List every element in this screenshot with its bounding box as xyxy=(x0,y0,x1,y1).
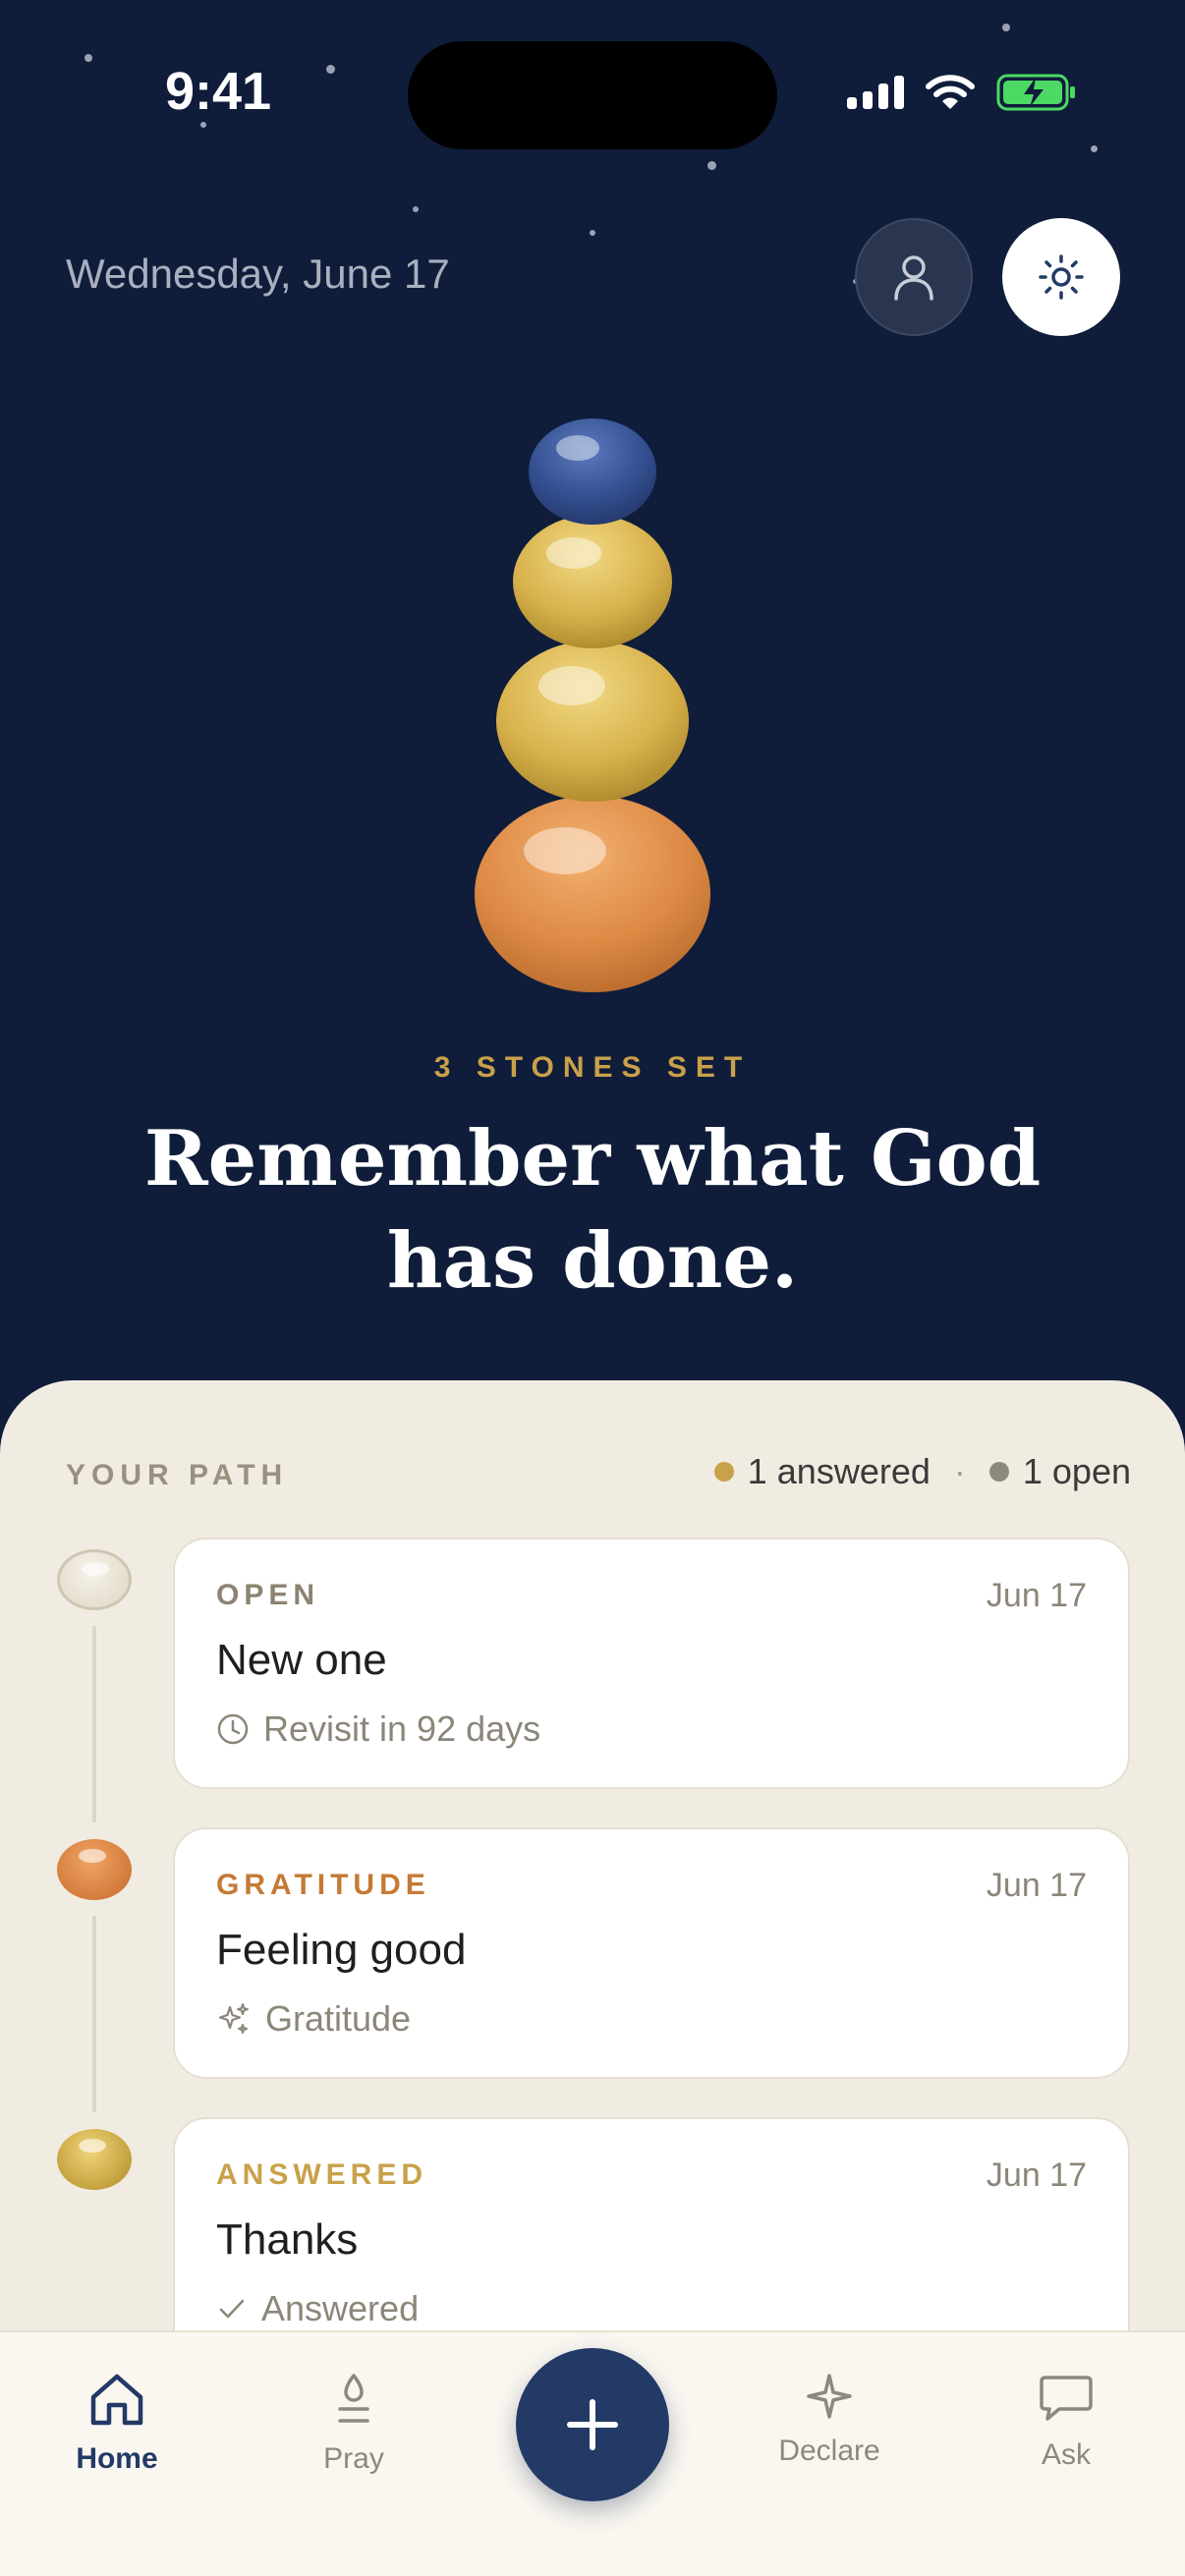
path-label: YOUR PATH xyxy=(66,1459,289,1491)
timeline-line xyxy=(92,1626,96,1822)
entry-meta-text: Gratitude xyxy=(265,1998,412,2039)
stones-count: 3 STONES SET xyxy=(433,1051,752,1084)
clock-icon xyxy=(217,1713,249,1745)
answered-dot xyxy=(713,1462,734,1482)
tab-label: Ask xyxy=(1041,2438,1091,2471)
tab-label: Pray xyxy=(323,2442,384,2475)
chat-bubble-icon xyxy=(1040,2376,1093,2421)
answered-count: 1 answered xyxy=(747,1451,931,1491)
stats-separator: · xyxy=(953,1451,966,1491)
timeline-line xyxy=(92,1916,96,2112)
path-stats: 1 answered · 1 open xyxy=(713,1451,1131,1492)
stone-gold-small xyxy=(513,515,672,648)
tab-home[interactable]: Home xyxy=(28,2372,205,2476)
path-entry-card[interactable]: GRATITUDE Jun 17 Feeling good Gratitude xyxy=(173,1827,1130,2079)
headline-line-2: has done. xyxy=(386,1216,799,1306)
entry-kind: GRATITUDE xyxy=(216,1869,430,1901)
entry-title: Thanks xyxy=(216,2215,359,2264)
tab-pray[interactable]: Pray xyxy=(265,2372,442,2476)
plus-icon xyxy=(567,2399,618,2450)
stone-stack-illustration xyxy=(475,419,710,992)
timeline-stone-open xyxy=(57,1549,132,1610)
hero-section: 9:41 Wednesday, June 17 3 STONES SET Rem… xyxy=(0,0,1185,1434)
headline: Remember what God has done. xyxy=(0,1108,1185,1313)
add-entry-button[interactable] xyxy=(516,2348,669,2501)
stone-shine xyxy=(82,1562,109,1576)
stone-shine xyxy=(79,1849,106,1863)
entry-kind: OPEN xyxy=(216,1579,320,1611)
open-count: 1 open xyxy=(1022,1451,1131,1491)
entry-meta: Gratitude xyxy=(216,1998,411,2040)
stone-shine xyxy=(79,2139,106,2153)
sparkle-icon xyxy=(807,2374,852,2419)
timeline-stone-gratitude xyxy=(57,1839,132,1900)
stone-orange xyxy=(475,796,710,992)
path-entry-card[interactable]: OPEN Jun 17 New one Revisit in 92 days xyxy=(173,1538,1130,1789)
entry-date: Jun 17 xyxy=(986,1577,1087,1614)
sparkles-icon xyxy=(218,2003,249,2034)
checkmark-icon xyxy=(219,2299,245,2319)
tab-label: Home xyxy=(76,2442,158,2475)
entry-meta: Answered xyxy=(216,2288,419,2329)
entry-meta: Revisit in 92 days xyxy=(216,1708,540,1750)
stone-gold-large xyxy=(496,641,689,802)
tab-ask[interactable]: Ask xyxy=(978,2372,1155,2472)
tab-label: Declare xyxy=(778,2435,880,2467)
tab-declare[interactable]: Declare xyxy=(741,2372,918,2468)
candle-icon xyxy=(338,2374,369,2423)
timeline-stone-answered xyxy=(57,2129,132,2190)
entry-date: Jun 17 xyxy=(986,1867,1087,1904)
home-icon xyxy=(90,2374,143,2426)
tab-bar: Home Pray Declare Ask xyxy=(0,2330,1185,2576)
entry-meta-text: Revisit in 92 days xyxy=(263,1708,541,1749)
entry-date: Jun 17 xyxy=(986,2156,1087,2194)
entry-title: Feeling good xyxy=(216,1926,467,1974)
headline-line-1: Remember what God xyxy=(143,1114,1042,1204)
entry-meta-text: Answered xyxy=(261,2288,420,2328)
entry-kind: ANSWERED xyxy=(216,2158,428,2191)
open-dot xyxy=(988,1462,1009,1482)
stone-blue xyxy=(529,419,656,525)
entry-title: New one xyxy=(216,1636,387,1684)
